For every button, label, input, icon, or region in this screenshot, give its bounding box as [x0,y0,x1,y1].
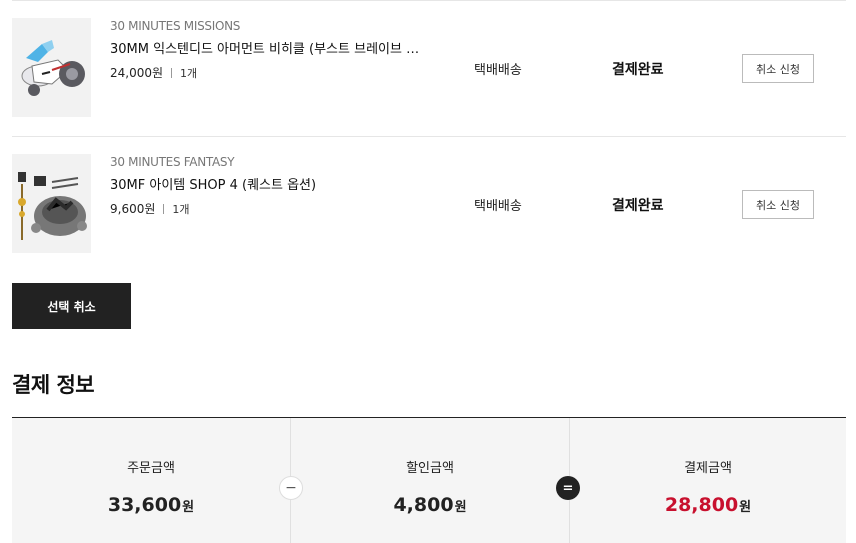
final-amount-cell: 결제금액 28,800원 [570,418,846,543]
item-brand: 30 MINUTES FANTASY [110,155,235,169]
item-info: 30 MINUTES FANTASY 30MF 아이템 SHOP 4 (퀘스트 … [110,154,316,218]
item-meta: 24,000원 1개 [110,65,419,82]
final-amount-label: 결제금액 [684,461,732,476]
shipping-method: 택배배송 [474,199,522,214]
discount-amount-value: 4,800원 [291,494,569,516]
discount-amount-label: 할인금액 [406,461,454,476]
order-amount-number: 33,600 [107,494,182,516]
payment-summary: 주문금액 33,600원 할인금액 4,800원 결제금액 28,800원 − … [12,417,846,543]
order-item-row: 30 MINUTES MISSIONS 30MM 익스텐디드 아머먼트 비히클 … [12,1,846,119]
payment-info-title: 결제 정보 [12,373,95,397]
item-quantity: 1개 [172,203,190,216]
minus-icon: − [279,476,303,500]
select-cancel-button[interactable]: 선택 취소 [12,283,131,329]
discount-amount-cell: 할인금액 4,800원 [291,418,569,543]
item-price: 9,600원 [110,202,156,216]
order-amount-value: 33,600원 [12,494,290,516]
meta-divider [171,68,173,78]
item-info: 30 MINUTES MISSIONS 30MM 익스텐디드 아머먼트 비히클 … [110,18,419,82]
item-brand: 30 MINUTES MISSIONS [110,19,241,33]
meta-divider [163,204,165,214]
item-quantity: 1개 [180,67,198,80]
currency-unit: 원 [182,500,195,515]
currency-unit: 원 [739,500,752,515]
equals-icon: = [556,476,580,500]
final-amount-number: 28,800 [664,494,739,516]
order-amount-cell: 주문금액 33,600원 [12,418,290,543]
vehicle-thumbnail-icon[interactable] [12,18,91,117]
order-status: 결제완료 [612,62,664,78]
currency-unit: 원 [454,500,467,515]
item-name[interactable]: 30MM 익스텐디드 아머먼트 비히클 (부스트 브레이브 … [110,41,419,59]
shipping-method: 택배배송 [474,63,522,78]
order-item-row: 30 MINUTES FANTASY 30MF 아이템 SHOP 4 (퀘스트 … [12,137,846,255]
final-amount-value: 28,800원 [570,494,846,516]
order-amount-label: 주문금액 [127,461,175,476]
order-status: 결제완료 [612,198,664,214]
item-meta: 9,600원 1개 [110,201,316,218]
item-name[interactable]: 30MF 아이템 SHOP 4 (퀘스트 옵션) [110,177,316,195]
item-price: 24,000원 [110,66,164,80]
cancel-request-button[interactable]: 취소 신청 [742,190,814,219]
item-set-thumbnail-icon[interactable] [12,154,91,253]
discount-amount-number: 4,800 [393,494,454,516]
cancel-request-button[interactable]: 취소 신청 [742,54,814,83]
